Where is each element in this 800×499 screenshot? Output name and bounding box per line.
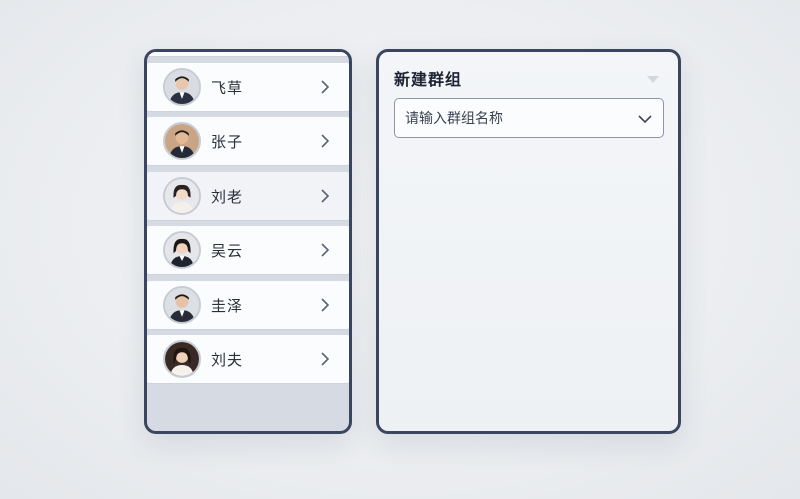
avatar	[163, 285, 201, 324]
chevron-right-icon	[317, 132, 333, 150]
contact-row-0[interactable]: 刘名	[147, 49, 349, 56]
avatar	[163, 176, 201, 215]
avatar	[163, 231, 201, 269]
chevron-right-icon	[317, 78, 333, 96]
contact-name: 飞草	[211, 78, 244, 97]
contact-row-1[interactable]: 飞草	[147, 62, 349, 111]
contact-name: 刘夫	[211, 351, 244, 369]
contact-name: 圭泽	[211, 296, 244, 315]
group-name-field[interactable]	[394, 98, 664, 139]
page-title: 新建群组	[394, 70, 463, 89]
caret-down-icon	[647, 76, 659, 83]
avatar	[163, 67, 201, 106]
avatar	[163, 122, 201, 160]
contact-list: 刘名 飞草 张子 刘老	[147, 49, 349, 383]
contact-list-panel: 刘名 飞草 张子 刘老	[144, 49, 352, 434]
new-group-panel: 新建群组	[376, 49, 681, 434]
contact-row-2[interactable]: 张子	[147, 117, 349, 165]
contact-name: 吴云	[211, 242, 244, 260]
chevron-right-icon	[317, 296, 333, 314]
group-name-input[interactable]	[395, 99, 637, 139]
contact-name: 张子	[211, 133, 244, 151]
contact-row-6[interactable]: 刘夫	[147, 335, 349, 383]
chevron-down-icon[interactable]	[637, 111, 653, 125]
chevron-right-icon	[317, 187, 333, 205]
avatar	[163, 340, 201, 378]
contact-row-5[interactable]: 圭泽	[147, 280, 349, 329]
chevron-right-icon	[317, 241, 333, 259]
contact-name: 刘老	[211, 187, 244, 206]
contact-row-3[interactable]: 刘老	[147, 171, 349, 220]
avatar	[163, 49, 201, 51]
contact-row-4[interactable]: 吴云	[147, 226, 349, 274]
chevron-right-icon	[317, 350, 333, 368]
